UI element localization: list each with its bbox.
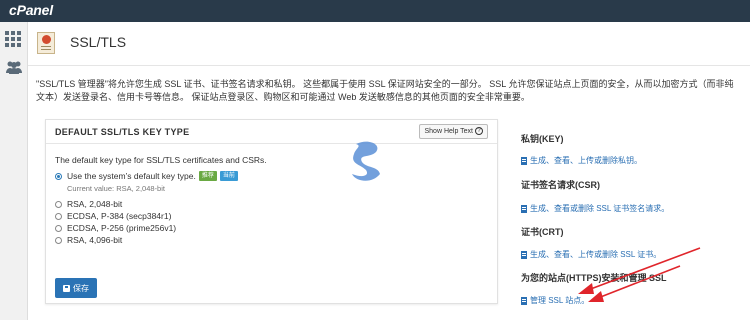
users-icon[interactable] [5,60,23,76]
cpanel-logo[interactable]: cPanel [9,2,53,18]
radio-button-selected[interactable] [55,172,62,180]
radio-button[interactable] [55,200,62,208]
document-icon [521,250,527,259]
link-label: 生成、查看或删除 SSL 证书签名请求。 [530,204,670,213]
option-label: RSA, 4,096-bit [67,235,123,245]
watermark-logo-icon [352,141,380,181]
question-icon: ? [475,127,483,136]
help-button-label: Show Help Text [424,128,473,135]
save-button[interactable]: 保存 [55,278,97,298]
document-icon [521,156,527,165]
page-description: "SSL/TLS 管理器"将允许您生成 SSL 证书、证书签名请求和私钥。 这些… [36,79,734,102]
section-heading-csr: 证书签名请求(CSR) [521,180,600,190]
radio-option-rsa-2048[interactable]: RSA, 2,048-bit [55,199,122,209]
radio-option-rsa-4096[interactable]: RSA, 4,096-bit [55,235,122,245]
radio-button[interactable] [55,236,62,244]
apps-grid-icon[interactable] [5,31,23,47]
save-button-label: 保存 [73,283,89,293]
radio-option-ecdsa-p384[interactable]: ECDSA, P-384 (secp384r1) [55,211,171,221]
save-disk-icon [63,284,70,292]
radio-button[interactable] [55,224,62,232]
document-icon [521,204,527,213]
option-label: ECDSA, P-256 (prime256v1) [67,223,177,233]
radio-option-ecdsa-p256[interactable]: ECDSA, P-256 (prime256v1) [55,223,176,233]
link-manage-crt[interactable]: 生成、查看、上传或删除 SSL 证书。 [521,249,661,260]
panel-title: DEFAULT SSL/TLS KEY TYPE [55,127,190,137]
link-label: 生成、查看、上传或删除私钥。 [530,156,642,165]
radio-option-system-default[interactable]: Use the system’s default key type. 推荐 当前 [55,171,238,181]
ssl-certificate-icon [37,32,55,54]
document-icon [521,296,527,305]
page-header: SSL/TLS [28,22,750,66]
link-manage-ssl-sites[interactable]: 管理 SSL 站点。 [521,295,589,306]
page-title: SSL/TLS [70,34,127,50]
section-heading-install-ssl: 为您的站点(HTTPS)安装和管理 SSL [521,273,667,283]
option-label: ECDSA, P-384 (secp384r1) [67,211,172,221]
link-manage-csr[interactable]: 生成、查看或删除 SSL 证书签名请求。 [521,203,669,214]
option-label: RSA, 2,048-bit [67,199,123,209]
default-key-type-panel: DEFAULT SSL/TLS KEY TYPE Show Help Text?… [45,119,498,304]
link-label: 生成、查看、上传或删除 SSL 证书。 [530,250,662,259]
panel-intro: The default key type for SSL/TLS certifi… [55,155,267,165]
section-heading-crt: 证书(CRT) [521,227,564,237]
show-help-text-button[interactable]: Show Help Text? [419,124,488,139]
current-value-text: Current value: RSA, 2,048-bit [67,184,165,193]
section-heading-key: 私钥(KEY) [521,134,564,144]
sidebar [0,22,28,320]
panel-header: DEFAULT SSL/TLS KEY TYPE Show Help Text? [46,120,497,144]
recommended-badge: 推荐 [198,171,217,181]
radio-button[interactable] [55,212,62,220]
link-label: 管理 SSL 站点。 [530,296,590,305]
option-label: Use the system’s default key type. [67,171,196,181]
top-bar: cPanel [0,0,750,22]
link-manage-keys[interactable]: 生成、查看、上传或删除私钥。 [521,155,642,166]
current-badge: 当前 [219,171,238,181]
